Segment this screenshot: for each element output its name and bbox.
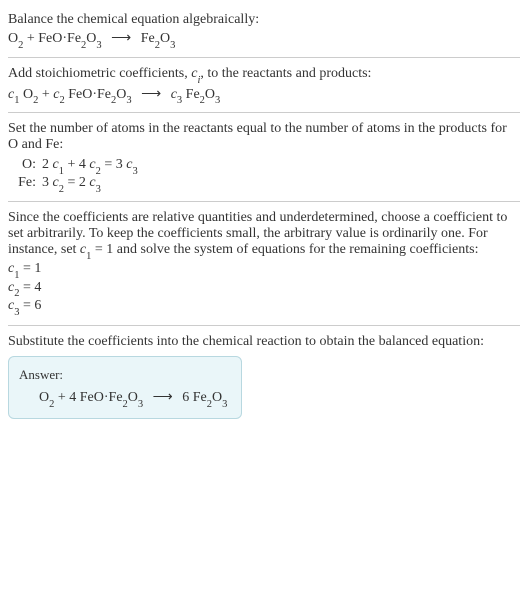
section-atom-balance: Set the number of atoms in the reactants… [8, 113, 520, 202]
section-solve: Since the coefficients are relative quan… [8, 202, 520, 326]
coefficient-value: c3 = 6 [8, 298, 520, 316]
unbalanced-equation: O2 + FeO·Fe2O3 ⟶ Fe2O3 [8, 30, 520, 49]
section-title: Substitute the coefficients into the che… [8, 334, 520, 350]
section-substitute: Substitute the coefficients into the che… [8, 326, 520, 419]
balanced-equation: O2 + 4 FeO·Fe2O3 ⟶ 6 Fe2O3 [39, 389, 227, 408]
element-label: O: [8, 157, 36, 173]
section-coefficients: Add stoichiometric coefficients, ci, to … [8, 58, 520, 114]
section-title: Add stoichiometric coefficients, ci, to … [8, 66, 520, 84]
coefficient-solutions: c1 = 1 c2 = 4 c3 = 6 [8, 261, 520, 316]
section-title: Balance the chemical equation algebraica… [8, 12, 520, 28]
section-title: Set the number of atoms in the reactants… [8, 121, 520, 153]
equation-row: Fe: 3 c2 = 2 c3 [8, 175, 520, 193]
section-paragraph: Since the coefficients are relative quan… [8, 210, 520, 260]
element-label: Fe: [8, 175, 36, 191]
answer-box: Answer: O2 + 4 FeO·Fe2O3 ⟶ 6 Fe2O3 [8, 356, 242, 419]
atom-equations: O: 2 c1 + 4 c2 = 3 c3 Fe: 3 c2 = 2 c3 [8, 157, 520, 193]
element-equation: 3 c2 = 2 c3 [42, 175, 101, 193]
coefficient-value: c1 = 1 [8, 261, 520, 279]
section-balance-prompt: Balance the chemical equation algebraica… [8, 4, 520, 58]
equation-row: O: 2 c1 + 4 c2 = 3 c3 [8, 157, 520, 175]
element-equation: 2 c1 + 4 c2 = 3 c3 [42, 157, 138, 175]
answer-label: Answer: [19, 367, 227, 383]
coefficient-value: c2 = 4 [8, 280, 520, 298]
coefficient-equation: c1 O2 + c2 FeO·Fe2O3 ⟶ c3 Fe2O3 [8, 86, 520, 105]
